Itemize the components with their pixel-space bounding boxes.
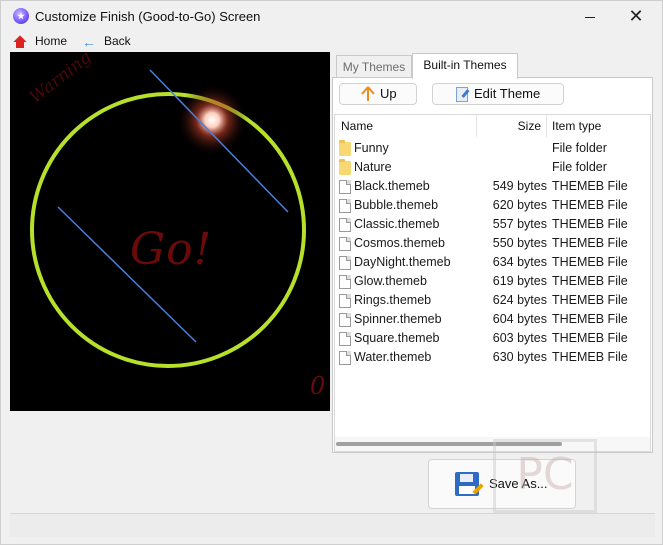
list-item[interactable]: Glow.themeb 619 bytes THEMEB File xyxy=(335,272,650,291)
file-icon xyxy=(339,180,351,194)
item-name: Square.themeb xyxy=(354,331,440,345)
file-icon xyxy=(339,218,351,232)
item-type: File folder xyxy=(552,141,607,155)
go-text: Go! xyxy=(130,224,213,275)
column-header-item-type[interactable]: Item type xyxy=(547,115,650,137)
watermark: PC xyxy=(493,439,597,513)
item-type: THEMEB File xyxy=(552,350,628,364)
file-icon xyxy=(339,294,351,308)
window-title: Customize Finish (Good-to-Go) Screen xyxy=(35,9,261,24)
item-name: Nature xyxy=(354,160,392,174)
file-icon xyxy=(339,237,351,251)
tab-built-in-themes[interactable]: Built-in Themes xyxy=(412,53,518,79)
theme-preview: Warning Go! 0 xyxy=(10,52,330,411)
item-name: DayNight.themeb xyxy=(354,255,451,269)
file-icon xyxy=(339,275,351,289)
list-item[interactable]: Black.themeb 549 bytes THEMEB File xyxy=(335,177,650,196)
edit-theme-label: Edit Theme xyxy=(474,86,541,101)
item-size: 619 bytes xyxy=(492,274,547,288)
item-type: THEMEB File xyxy=(552,217,628,231)
item-size: 624 bytes xyxy=(492,293,547,307)
up-button[interactable]: Up xyxy=(339,83,417,105)
list-item[interactable]: Square.themeb 603 bytes THEMEB File xyxy=(335,329,650,348)
item-size: 630 bytes xyxy=(492,350,547,364)
item-name: Classic.themeb xyxy=(354,217,440,231)
back-arrow-icon: ← xyxy=(82,33,96,50)
item-type: THEMEB File xyxy=(552,198,628,212)
item-name: Bubble.themeb xyxy=(354,198,439,212)
item-name: Water.themeb xyxy=(354,350,432,364)
item-type: THEMEB File xyxy=(552,255,628,269)
list-item[interactable]: Spinner.themeb 604 bytes THEMEB File xyxy=(335,310,650,329)
item-type: THEMEB File xyxy=(552,293,628,307)
list-item[interactable]: Nature File folder xyxy=(335,158,650,177)
list-item[interactable]: Water.themeb 630 bytes THEMEB File xyxy=(335,348,650,367)
lens-flare xyxy=(176,84,248,156)
corner-text: 0 xyxy=(310,372,326,400)
item-name: Rings.themeb xyxy=(354,293,432,307)
status-bar xyxy=(10,513,655,537)
close-button[interactable]: ✕ xyxy=(613,1,659,31)
item-name: Glow.themeb xyxy=(354,274,427,288)
list-item[interactable]: Cosmos.themeb 550 bytes THEMEB File xyxy=(335,234,650,253)
item-size: 634 bytes xyxy=(492,255,547,269)
folder-icon xyxy=(339,159,351,175)
column-header-size[interactable]: Size xyxy=(477,115,547,137)
item-name: Spinner.themeb xyxy=(354,312,442,326)
edit-document-icon xyxy=(456,87,468,102)
up-arrow-icon xyxy=(361,86,375,101)
file-icon xyxy=(339,351,351,365)
list-item[interactable]: Classic.themeb 557 bytes THEMEB File xyxy=(335,215,650,234)
edit-theme-button[interactable]: Edit Theme xyxy=(432,83,564,105)
up-label: Up xyxy=(380,86,397,101)
item-size: 603 bytes xyxy=(492,331,547,345)
file-icon xyxy=(339,256,351,270)
list-item[interactable]: DayNight.themeb 634 bytes THEMEB File xyxy=(335,253,650,272)
item-type: THEMEB File xyxy=(552,274,628,288)
column-header-name[interactable]: Name xyxy=(335,115,477,137)
list-item[interactable]: Bubble.themeb 620 bytes THEMEB File xyxy=(335,196,650,215)
minimize-icon xyxy=(585,16,595,18)
back-label: Back xyxy=(104,34,131,48)
file-list: Name Size Item type Funny File folder Natu… xyxy=(334,114,651,452)
back-link[interactable]: ← Back xyxy=(82,32,131,50)
item-size: 549 bytes xyxy=(492,179,547,193)
file-icon xyxy=(339,313,351,327)
list-item[interactable]: Funny File folder xyxy=(335,139,650,158)
home-label: Home xyxy=(35,34,68,48)
item-name: Cosmos.themeb xyxy=(354,236,446,250)
title-bar: Customize Finish (Good-to-Go) Screen ✕ xyxy=(1,1,662,31)
list-item[interactable]: Rings.themeb 624 bytes THEMEB File xyxy=(335,291,650,310)
item-size: 620 bytes xyxy=(492,198,547,212)
main-window: Customize Finish (Good-to-Go) Screen ✕ H… xyxy=(0,0,663,545)
built-in-themes-panel: Up Edit Theme Name Size Item type Funny F… xyxy=(332,77,653,453)
item-size: 550 bytes xyxy=(492,236,547,250)
file-icon xyxy=(339,332,351,346)
item-size: 604 bytes xyxy=(492,312,547,326)
tab-my-themes[interactable]: My Themes xyxy=(336,55,412,79)
item-name: Black.themeb xyxy=(354,179,430,193)
home-icon xyxy=(13,35,27,49)
item-type: THEMEB File xyxy=(552,312,628,326)
item-type: THEMEB File xyxy=(552,179,628,193)
app-star-icon xyxy=(13,8,29,24)
file-icon xyxy=(339,199,351,213)
item-size: 557 bytes xyxy=(492,217,547,231)
item-type: THEMEB File xyxy=(552,331,628,345)
home-link[interactable]: Home xyxy=(13,32,67,50)
minimize-button[interactable] xyxy=(567,1,613,31)
item-type: THEMEB File xyxy=(552,236,628,250)
item-type: File folder xyxy=(552,160,607,174)
item-name: Funny xyxy=(354,141,389,155)
folder-icon xyxy=(339,140,351,156)
